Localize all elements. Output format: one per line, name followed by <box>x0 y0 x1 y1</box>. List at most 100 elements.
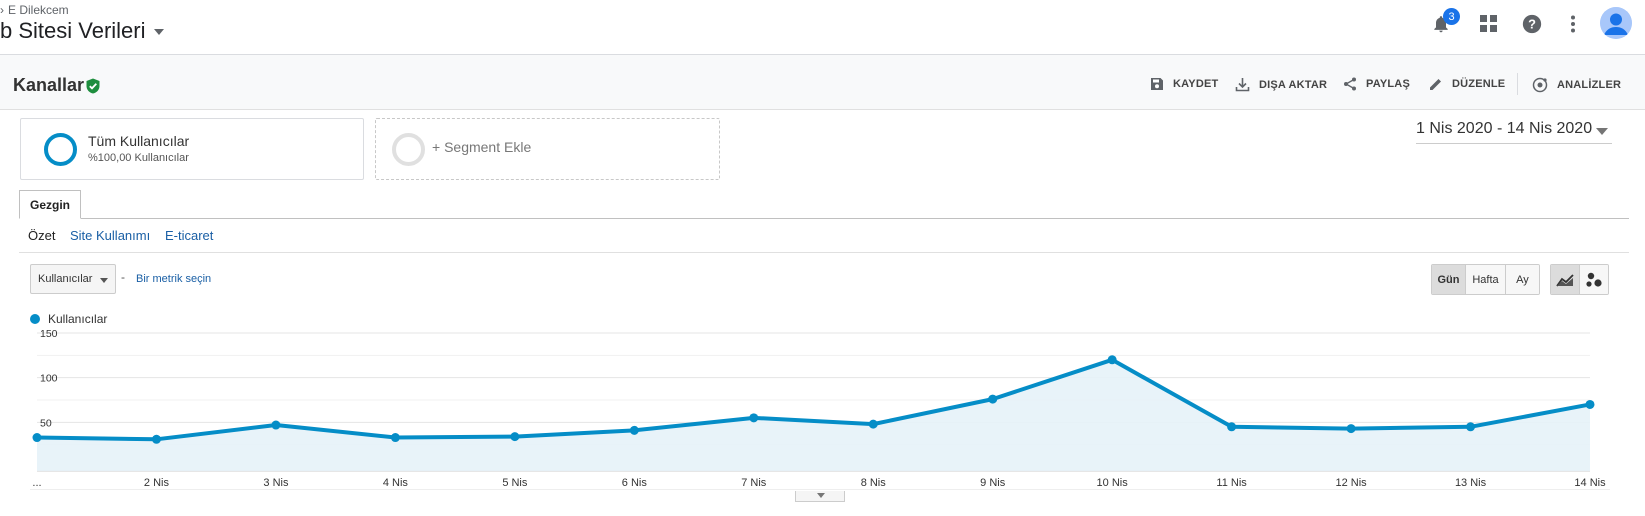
subtab-ecommerce[interactable]: E-ticaret <box>165 228 213 243</box>
help-button[interactable]: ? <box>1520 12 1544 36</box>
data-point <box>868 419 878 429</box>
data-point <box>151 434 161 444</box>
line-chart-icon <box>1556 273 1574 287</box>
notification-count-badge: 3 <box>1443 8 1460 25</box>
y-tick-label: 50 <box>40 417 52 429</box>
legend-swatch <box>30 314 40 324</box>
share-label: PAYLAŞ <box>1366 78 1410 90</box>
subtab-divider <box>19 252 1629 253</box>
date-range-picker[interactable]: 1 Nis 2020 - 14 Nis 2020 <box>1416 120 1612 144</box>
add-segment-label: + Segment Ekle <box>432 139 532 155</box>
help-icon: ? <box>1522 14 1542 34</box>
segment-share: %100,00 Kullanıcılar <box>88 152 189 164</box>
save-button[interactable]: KAYDET <box>1150 77 1218 91</box>
share-button[interactable]: PAYLAŞ <box>1343 77 1410 91</box>
x-tick-label: 9 Nis <box>980 477 1006 489</box>
x-tick-label: 13 Nis <box>1455 477 1487 489</box>
export-button[interactable]: DIŞA AKTAR <box>1235 77 1327 92</box>
data-point <box>510 432 520 442</box>
y-tick-label: 100 <box>40 373 58 385</box>
insights-button[interactable]: ANALİZLER <box>1532 77 1621 93</box>
week-button[interactable]: Hafta <box>1466 265 1506 294</box>
subtab-site-usage[interactable]: Site Kullanımı <box>70 228 150 243</box>
data-point <box>1585 399 1595 409</box>
data-point <box>988 394 998 404</box>
tab-divider <box>19 218 1629 219</box>
save-label: KAYDET <box>1173 78 1219 90</box>
segment-ring-icon <box>44 133 77 166</box>
chart-type-toggle <box>1550 264 1609 295</box>
empty-segment-ring-icon <box>392 133 425 166</box>
data-point <box>1227 422 1237 432</box>
month-button[interactable]: Ay <box>1506 265 1539 294</box>
property-title: b Sitesi Verileri <box>0 18 146 43</box>
data-point <box>629 425 639 435</box>
x-tick-label: 11 Nis <box>1216 477 1247 489</box>
x-tick-label: 10 Nis <box>1097 477 1129 489</box>
users-line-chart: 50 100 150... 2 Nis 3 Nis 4 Nis 5 Nis 6 Nis 7 Ni… <box>30 330 1610 490</box>
person-icon <box>1600 7 1632 39</box>
insights-icon <box>1532 77 1548 93</box>
apps-button[interactable] <box>1477 12 1501 36</box>
apps-grid-icon <box>1480 15 1497 32</box>
breadcrumb-account: E Dilekcem <box>8 3 69 17</box>
granularity-toggle: Gün Hafta Ay <box>1431 264 1540 295</box>
x-tick-label: 4 Nis <box>383 477 409 489</box>
chart-legend: Kullanıcılar <box>30 312 107 326</box>
x-tick-label: 8 Nis <box>861 477 887 489</box>
download-icon <box>1235 78 1250 92</box>
breadcrumb[interactable]: › E Dilekcem <box>0 3 69 17</box>
x-tick-label: 5 Nis <box>502 477 528 489</box>
edit-label: DÜZENLE <box>1452 78 1506 90</box>
pick-metric-link[interactable]: Bir metrik seçin <box>136 273 211 285</box>
data-point <box>271 420 281 430</box>
tab-explorer[interactable]: Gezgin <box>19 190 81 219</box>
data-point <box>749 413 759 423</box>
svg-text:?: ? <box>1528 17 1536 32</box>
caret-down-icon <box>817 493 825 498</box>
legend-label: Kullanıcılar <box>48 312 108 326</box>
export-label: DIŞA AKTAR <box>1259 78 1328 91</box>
subtab-summary[interactable]: Özet <box>28 228 55 243</box>
caret-down-icon <box>1596 128 1608 135</box>
metric-separator: - <box>121 270 125 284</box>
y-tick-label: 150 <box>40 330 58 340</box>
report-title: Kanallar <box>13 75 85 95</box>
data-point <box>1466 422 1476 432</box>
edit-button[interactable]: DÜZENLE <box>1429 77 1505 91</box>
report-header: Kanallar KAYDET DIŞA AKTAR PAYLAŞ DÜZENL… <box>0 55 1645 110</box>
caret-down-icon <box>153 29 164 36</box>
series-area <box>37 359 1590 471</box>
x-tick-label: 6 Nis <box>622 477 648 489</box>
data-point <box>32 433 42 443</box>
add-segment-button[interactable]: + Segment Ekle <box>375 118 720 180</box>
segment-all-users[interactable]: Tüm Kullanıcılar %100,00 Kullanıcılar <box>20 118 364 180</box>
motion-chart-button[interactable] <box>1580 265 1608 294</box>
property-selector[interactable]: b Sitesi Verileri <box>0 18 164 44</box>
verified-shield-icon <box>86 78 100 94</box>
x-tick-label: 2 Nis <box>144 477 170 489</box>
metric-select-value: Kullanıcılar <box>38 273 93 285</box>
day-button[interactable]: Gün <box>1432 265 1466 294</box>
top-bar: › E Dilekcem b Sitesi Verileri 3 ? <box>0 0 1645 55</box>
segment-name: Tüm Kullanıcılar <box>88 133 190 149</box>
account-avatar[interactable] <box>1600 7 1632 39</box>
line-chart-button[interactable] <box>1551 265 1580 294</box>
save-icon <box>1151 78 1163 90</box>
x-tick-label: 3 Nis <box>263 477 289 489</box>
data-point <box>390 433 400 443</box>
action-divider <box>1517 73 1518 95</box>
insights-label: ANALİZLER <box>1557 79 1622 91</box>
chevron-right-icon: › <box>0 3 4 17</box>
pencil-icon <box>1430 79 1441 90</box>
x-tick-label: 14 Nis <box>1574 477 1606 489</box>
more-options-button[interactable] <box>1561 12 1585 36</box>
date-range-label: 1 Nis 2020 - 14 Nis 2020 <box>1416 120 1593 137</box>
motion-chart-icon <box>1586 272 1602 287</box>
data-point <box>1107 355 1117 365</box>
chart-expand-handle[interactable] <box>795 491 845 502</box>
caret-down-icon <box>100 278 108 283</box>
data-point <box>1346 424 1356 434</box>
x-tick-label: ... <box>32 477 41 489</box>
metric-select[interactable]: Kullanıcılar <box>30 264 116 294</box>
